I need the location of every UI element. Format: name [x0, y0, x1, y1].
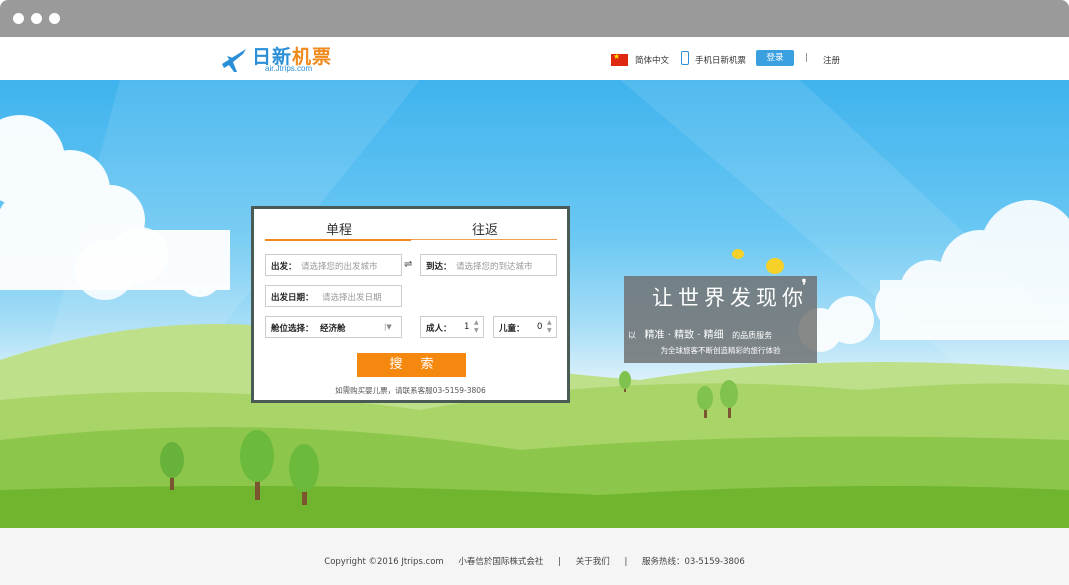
flight-search-panel: 单程 往返 出发： 请选择您的出发城市 ⇌ 到达： 请选择您的到达城市 出发日期…	[251, 206, 570, 403]
window-dot-icon	[31, 13, 42, 24]
about-us-link[interactable]: 关于我们	[576, 557, 610, 567]
site-header: 日新机票 air.Jtrips.com 简体中文 手机日新机票 登录 | 注册	[0, 37, 1069, 80]
window-dot-icon	[13, 13, 24, 24]
browser-chrome	[0, 0, 1069, 37]
search-button[interactable]: 搜索	[357, 353, 466, 377]
copyright-text: Copyright ©2016 Jtrips.com	[324, 557, 444, 567]
adult-count-stepper[interactable]: 成人： 1 ▲ ▼	[420, 316, 484, 338]
departure-date-field[interactable]: 出发日期： 请选择出发日期	[265, 285, 402, 307]
cabin-value: 经济舱	[320, 324, 346, 334]
departure-date-label: 出发日期：	[271, 293, 314, 303]
arrival-field[interactable]: 到达： 请选择您的到达城市	[420, 254, 557, 276]
departure-placeholder: 请选择您的出发城市	[301, 262, 378, 272]
slogan-box: 让世界发现你 ❜ 以 精准 · 精致 · 精细 的品质服务 为全球旅客不断创造精…	[624, 276, 817, 363]
arrival-label: 到达：	[426, 262, 452, 272]
slogan-headline: 让世界发现你	[652, 286, 808, 310]
child-count-value: 0	[537, 322, 543, 332]
departure-field[interactable]: 出发： 请选择您的出发城市	[265, 254, 402, 276]
swap-cities-icon[interactable]: ⇌	[404, 259, 412, 270]
footer-separator: |	[624, 557, 628, 567]
register-link[interactable]: 注册	[823, 54, 840, 66]
tab-divider-line	[411, 239, 557, 240]
slogan-line1: 以 精准 · 精致 · 精细 的品质服务	[628, 326, 813, 341]
slogan-line1-prefix: 以	[628, 331, 636, 340]
footer-separator: |	[558, 557, 562, 567]
active-tab-indicator	[265, 239, 411, 241]
airplane-logo-icon[interactable]	[219, 44, 249, 74]
tab-round-trip[interactable]: 往返	[472, 219, 498, 238]
departure-date-placeholder: 请选择出发日期	[322, 293, 382, 303]
login-button[interactable]: 登录	[756, 50, 794, 66]
arrival-placeholder: 请选择您的到达城市	[456, 262, 533, 272]
slogan-line1-words: 精准 · 精致 · 精细	[644, 330, 724, 341]
company-name: 小春信於国际株式会社	[458, 557, 544, 567]
chevron-down-icon: |▼	[384, 323, 392, 331]
slogan-line1-suffix: 的品质服务	[732, 331, 773, 340]
logo-subtitle: air.Jtrips.com	[265, 64, 313, 73]
infant-ticket-note: 如需购买婴儿票，请联系客服03-5159-3806	[335, 386, 486, 395]
china-flag-icon	[611, 52, 628, 66]
cabin-label: 舱位选择：	[271, 324, 314, 334]
mobile-phone-icon	[681, 51, 689, 65]
window-dot-icon	[49, 13, 60, 24]
mobile-app-link[interactable]: 手机日新机票	[695, 54, 746, 66]
header-separator: |	[805, 53, 809, 63]
quote-mark-icon: ❜	[801, 276, 807, 297]
child-count-stepper[interactable]: 儿童： 0 ▲ ▼	[493, 316, 557, 338]
cabin-select[interactable]: 舱位选择： 经济舱 |▼	[265, 316, 402, 338]
slogan-line2: 为全球旅客不断创造精彩的旅行体验	[660, 346, 781, 355]
language-link[interactable]: 简体中文	[635, 54, 669, 66]
stepper-arrows-icon[interactable]: ▲ ▼	[547, 319, 552, 335]
departure-label: 出发：	[271, 262, 297, 272]
site-footer: Copyright ©2016 Jtrips.com 小春信於国际株式会社 | …	[0, 528, 1069, 585]
stepper-arrows-icon[interactable]: ▲ ▼	[474, 319, 479, 335]
footer-line: Copyright ©2016 Jtrips.com 小春信於国际株式会社 | …	[0, 555, 1069, 567]
tab-one-way[interactable]: 单程	[326, 219, 352, 238]
adult-label: 成人：	[426, 324, 452, 334]
service-hotline: 服务热线：03-5159-3806	[642, 557, 745, 567]
adult-count-value: 1	[464, 322, 470, 332]
child-label: 儿童：	[499, 324, 525, 334]
